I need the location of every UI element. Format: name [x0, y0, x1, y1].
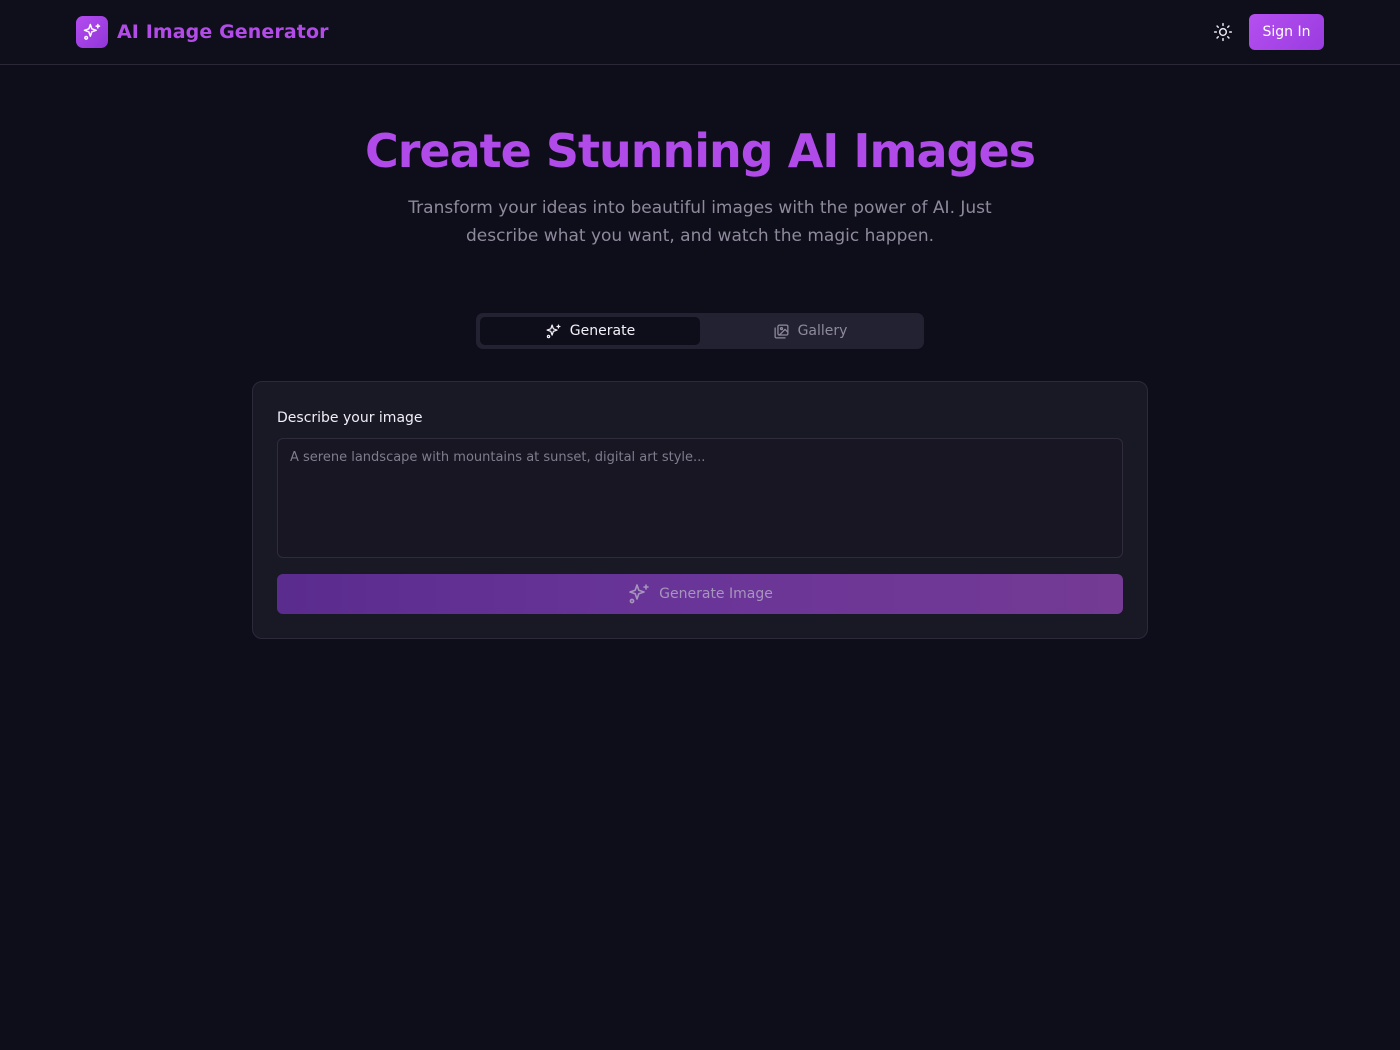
- generate-image-label: Generate Image: [659, 586, 773, 602]
- tab-gallery[interactable]: Gallery: [700, 317, 920, 345]
- sign-in-button[interactable]: Sign In: [1249, 14, 1324, 50]
- generate-card: Describe your image Generate Image: [252, 381, 1148, 639]
- page-subtitle: Transform your ideas into beautiful imag…: [408, 198, 992, 246]
- brand-logo: [76, 16, 108, 48]
- images-icon: [774, 323, 789, 339]
- sun-icon: [1213, 22, 1233, 42]
- tab-gallery-label: Gallery: [797, 323, 848, 339]
- generate-image-button[interactable]: Generate Image: [277, 574, 1123, 614]
- app-header: AI Image Generator Sign In: [0, 0, 1400, 65]
- prompt-input[interactable]: [277, 438, 1123, 558]
- mode-tabs: Generate Gallery: [476, 313, 924, 349]
- tab-generate[interactable]: Generate: [480, 317, 700, 345]
- page-title: Create Stunning AI Images: [364, 124, 1036, 178]
- theme-toggle-button[interactable]: [1210, 19, 1236, 45]
- sparkles-icon: [629, 584, 649, 604]
- sparkles-icon: [83, 23, 101, 40]
- prompt-label: Describe your image: [277, 410, 423, 426]
- tab-generate-label: Generate: [569, 323, 636, 339]
- sparkles-icon: [546, 323, 561, 338]
- brand[interactable]: AI Image Generator: [76, 16, 329, 48]
- brand-title: AI Image Generator: [117, 21, 329, 43]
